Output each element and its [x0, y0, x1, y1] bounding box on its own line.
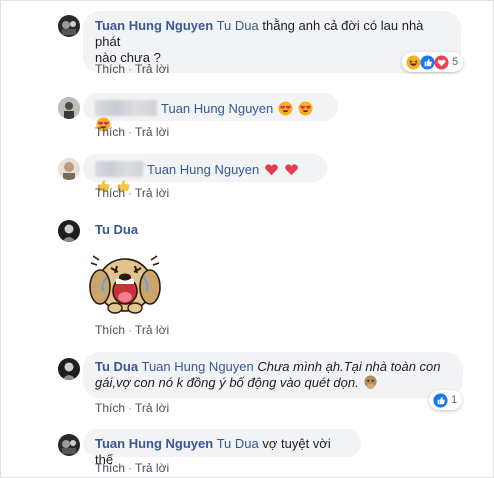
comment-thread: Tuan Hung Nguyen Tu Dua thằng anh cả đời…	[0, 0, 494, 478]
avatar[interactable]	[58, 158, 80, 180]
reaction-count: 5	[452, 56, 459, 68]
red-heart-emoji-icon	[284, 164, 298, 176]
reply-link[interactable]: Trả lời	[135, 62, 169, 76]
like-link[interactable]: Thích	[95, 461, 125, 475]
heart-eyes-emoji-icon	[278, 101, 293, 116]
comment-actions: Thích · Trả lời	[95, 62, 169, 76]
comment-bubble: Tuan Hung Nguyen	[83, 93, 338, 132]
reaction-summary[interactable]: 5	[402, 52, 464, 72]
comment-bubble: Tuan Hung Nguyen Tu Dua vợ tuyệt vời thế	[83, 429, 361, 467]
reply-link[interactable]: Trả lời	[135, 323, 169, 337]
comment-mention[interactable]: Tuan Hung Nguyen	[161, 101, 273, 116]
avatar[interactable]	[58, 358, 80, 380]
reply-link[interactable]: Trả lời	[135, 125, 169, 139]
like-reaction-icon	[433, 392, 448, 408]
comment-author[interactable]: Tu Dua	[95, 222, 138, 237]
reply-link[interactable]: Trả lời	[135, 401, 169, 415]
blurred-author-name	[95, 100, 157, 116]
like-link[interactable]: Thích	[95, 401, 125, 415]
blurred-author-name	[95, 161, 143, 177]
hand-over-mouth-emoji-icon	[364, 375, 377, 390]
comment-bubble: Tu Dua Tuan Hung Nguyen Chưa mình ạh.Tại…	[83, 352, 463, 398]
reaction-count: 1	[451, 394, 458, 406]
comment-actions: Thích · Trả lời	[95, 461, 169, 475]
separator: ·	[128, 125, 133, 139]
like-link[interactable]: Thích	[95, 186, 125, 200]
comment-mention[interactable]: Tu Dua	[217, 436, 259, 451]
separator: ·	[128, 401, 133, 415]
separator: ·	[128, 323, 133, 337]
comment-text: gái,vợ con nó k đồng ý bố động vào quét …	[95, 375, 359, 390]
love-reaction-icon	[434, 54, 449, 70]
comment-text: Chưa mình ạh.Tại nhà toàn con	[257, 359, 441, 374]
separator: ·	[128, 186, 133, 200]
separator: ·	[128, 461, 133, 475]
comment-actions: Thích · Trả lời	[95, 186, 169, 200]
comment-mention[interactable]: Tuan Hung Nguyen	[141, 359, 253, 374]
comment-mention[interactable]: Tuan Hung Nguyen	[147, 162, 259, 177]
reply-link[interactable]: Trả lời	[135, 186, 169, 200]
like-reaction-icon	[420, 54, 435, 70]
separator: ·	[128, 62, 133, 76]
reply-link[interactable]: Trả lời	[135, 461, 169, 475]
comment-actions: Thích · Trả lời	[95, 125, 169, 139]
avatar[interactable]	[58, 220, 80, 242]
like-link[interactable]: Thích	[95, 323, 125, 337]
avatar[interactable]	[58, 97, 80, 119]
like-link[interactable]: Thích	[95, 62, 125, 76]
comment-author[interactable]: Tuan Hung Nguyen	[95, 18, 213, 33]
crying-dog-sticker	[83, 241, 167, 317]
reaction-summary[interactable]: 1	[429, 390, 463, 410]
like-link[interactable]: Thích	[95, 125, 125, 139]
red-heart-emoji-icon	[265, 164, 278, 176]
comment-bubble: Tuan Hung Nguyen	[83, 154, 327, 192]
comment-actions: Thích · Trả lời	[95, 323, 169, 337]
comment-author[interactable]: Tuan Hung Nguyen	[95, 436, 213, 451]
heart-eyes-emoji-icon	[297, 101, 313, 116]
comment-actions: Thích · Trả lời	[95, 401, 169, 415]
haha-reaction-icon	[406, 54, 421, 70]
avatar[interactable]	[58, 434, 80, 456]
avatar[interactable]	[58, 15, 80, 37]
comment-author[interactable]: Tu Dua	[95, 359, 138, 374]
comment-mention[interactable]: Tu Dua	[217, 18, 259, 33]
